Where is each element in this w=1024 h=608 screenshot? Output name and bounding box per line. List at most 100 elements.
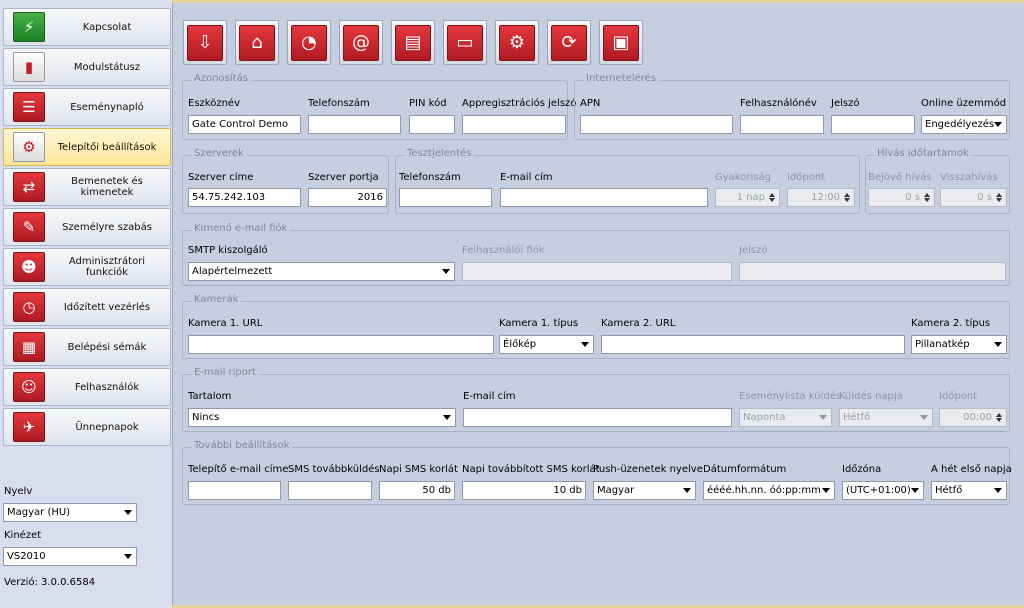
toolbar-schedule-button[interactable]: ◔: [287, 20, 331, 65]
pin-field[interactable]: [409, 115, 455, 134]
group-tovabbi: További beállítások Telepítő e-mail címe…: [182, 440, 1012, 505]
io-icon: ⇄: [13, 172, 45, 202]
installer-email-field[interactable]: [188, 481, 281, 500]
camera1-type-label: Kamera 1. típus: [499, 318, 579, 329]
nav-item-idozitett-vezerles[interactable]: ◷ Időzített vezérlés: [3, 288, 171, 326]
phone-field[interactable]: [308, 115, 401, 134]
chevron-down-icon: [683, 488, 691, 493]
appreg-field[interactable]: [462, 115, 566, 134]
spinner-arrows[interactable]: [994, 410, 1005, 425]
password-field[interactable]: [831, 115, 915, 134]
test-email-field[interactable]: [500, 188, 708, 207]
nav-label: Telepítői beállítások: [57, 141, 157, 153]
toolbar-chip-button[interactable]: ▣: [599, 20, 643, 65]
callback-value: 0 s: [977, 192, 992, 203]
server-port-field[interactable]: 2016: [308, 188, 387, 207]
event-log-icon: ☰: [13, 92, 45, 122]
online-mode-select[interactable]: Engedélyezés: [921, 115, 1007, 134]
nav-item-szemelyre-szabas[interactable]: ✎ Személyre szabás: [3, 208, 171, 246]
test-email-label: E-mail cím: [500, 172, 553, 183]
apn-field[interactable]: [580, 115, 733, 134]
arrow-down-icon: [844, 198, 850, 202]
spinner-arrows[interactable]: [842, 190, 853, 205]
nav-label: Eseménynapló: [70, 101, 144, 113]
arrow-up-icon: [844, 193, 850, 197]
device-name-label: Eszköznév: [188, 98, 240, 109]
test-time-spinner[interactable]: 12:00: [787, 188, 855, 207]
open-folder-icon: ▭: [447, 24, 483, 61]
send-list-value: Naponta: [743, 412, 786, 423]
chevron-down-icon: [994, 122, 1002, 127]
upload-icon: ⌂: [239, 24, 275, 61]
server-address-field[interactable]: 54.75.242.103: [188, 188, 301, 207]
spinner-arrows[interactable]: [767, 190, 778, 205]
nav-item-modulstatusz[interactable]: ▮ Modulstátusz: [3, 48, 171, 86]
push-language-select[interactable]: Magyar: [593, 481, 696, 500]
report-time-spinner[interactable]: 00:00: [939, 408, 1007, 427]
spinner-arrows[interactable]: [922, 190, 933, 205]
daily-forward-field[interactable]: 10 db: [462, 481, 586, 500]
nav-label: Ünnepnapok: [75, 421, 139, 433]
spinner-arrows[interactable]: [994, 190, 1005, 205]
installer-settings-icon: ⚙: [13, 132, 45, 162]
toolbar-upload-button[interactable]: ⌂: [235, 20, 279, 65]
send-list-select[interactable]: Naponta: [739, 408, 832, 427]
smtp-select[interactable]: Alapértelmezett: [188, 262, 455, 281]
group-title: Szerverek: [191, 148, 247, 159]
incoming-call-spinner[interactable]: 0 s: [868, 188, 935, 207]
daily-forward-label: Napi továbbított SMS korlát: [462, 464, 600, 475]
account-field[interactable]: [462, 262, 732, 281]
group-title: Hívás időtartamok: [874, 148, 972, 159]
chevron-down-icon: [124, 554, 132, 559]
toolbar-open-button[interactable]: ▭: [443, 20, 487, 65]
group-title: Kimenő e-mail fiók: [191, 223, 291, 234]
camera2-type-label: Kamera 2. típus: [911, 318, 991, 329]
chevron-down-icon: [920, 415, 928, 420]
toolbar-email-button[interactable]: @: [339, 20, 383, 65]
toolbar-download-button[interactable]: ⇩: [183, 20, 227, 65]
nav-item-belepesi-semak[interactable]: ▦ Belépési sémák: [3, 328, 171, 366]
report-email-field[interactable]: [463, 408, 732, 427]
nav-item-bemenetek-kimenetek[interactable]: ⇄ Bemenetek és kimenetek: [3, 168, 171, 206]
date-format-select[interactable]: éééé.hh.nn. óó:pp:mm: [703, 481, 835, 500]
test-time-value: 12:00: [811, 192, 840, 203]
camera2-url-field[interactable]: [601, 335, 905, 354]
send-day-select[interactable]: Hétfő: [839, 408, 933, 427]
device-name-field[interactable]: Gate Control Demo: [188, 115, 301, 134]
timezone-select[interactable]: (UTC+01:00): [842, 481, 924, 500]
camera1-url-field[interactable]: [188, 335, 494, 354]
nav-item-kapcsolat[interactable]: ⚡ Kapcsolat: [3, 8, 171, 46]
nav-item-felhasznalok[interactable]: ☺ Felhasználók: [3, 368, 171, 406]
toolbar-gear-save-button[interactable]: ⚙: [495, 20, 539, 65]
toolbar-gear-refresh-button[interactable]: ⟳: [547, 20, 591, 65]
content-label: Tartalom: [188, 391, 232, 402]
camera1-url-label: Kamera 1. URL: [188, 318, 263, 329]
server-port-label: Szerver portja: [308, 172, 379, 183]
language-select[interactable]: Magyar (HU): [3, 503, 137, 522]
sidebar: ⚡ Kapcsolat ▮ Modulstátusz ☰ Eseménynapló ⚙…: [0, 0, 172, 608]
smtp-password-label: Jelszó: [739, 245, 768, 256]
send-day-value: Hétfő: [843, 412, 871, 423]
week-start-select[interactable]: Hétfő: [931, 481, 1007, 500]
test-phone-field[interactable]: [399, 188, 492, 207]
nav-item-adminisztratori[interactable]: ☻ Adminisztrátori funkciók: [3, 248, 171, 286]
nav-item-telepitoi-beallitasok[interactable]: ⚙ Telepítői beállítások: [3, 128, 171, 166]
callback-spinner[interactable]: 0 s: [940, 188, 1007, 207]
toolbar-save-button[interactable]: ▤: [391, 20, 435, 65]
content-select[interactable]: Nincs: [188, 408, 456, 427]
camera2-type-select[interactable]: Pillanatkép: [911, 335, 1007, 354]
theme-select[interactable]: VS2010: [3, 547, 137, 566]
chevron-down-icon: [443, 415, 451, 420]
sms-forward-field[interactable]: [288, 481, 372, 500]
daily-sms-field[interactable]: 50 db: [379, 481, 455, 500]
smtp-password-field[interactable]: [739, 262, 1006, 281]
frequency-spinner[interactable]: 1 nap: [715, 188, 780, 207]
nav-item-esemenynaplo[interactable]: ☰ Eseménynapló: [3, 88, 171, 126]
username-field[interactable]: [740, 115, 824, 134]
frequency-label: Gyakoriság: [715, 172, 771, 183]
camera1-type-select[interactable]: Élőkép: [499, 335, 594, 354]
nav-item-unnepnapok[interactable]: ✈ Ünnepnapok: [3, 408, 171, 446]
gear-refresh-icon: ⟳: [551, 24, 587, 61]
theme-value: VS2010: [7, 551, 46, 562]
group-title: E-mail riport: [191, 367, 259, 378]
